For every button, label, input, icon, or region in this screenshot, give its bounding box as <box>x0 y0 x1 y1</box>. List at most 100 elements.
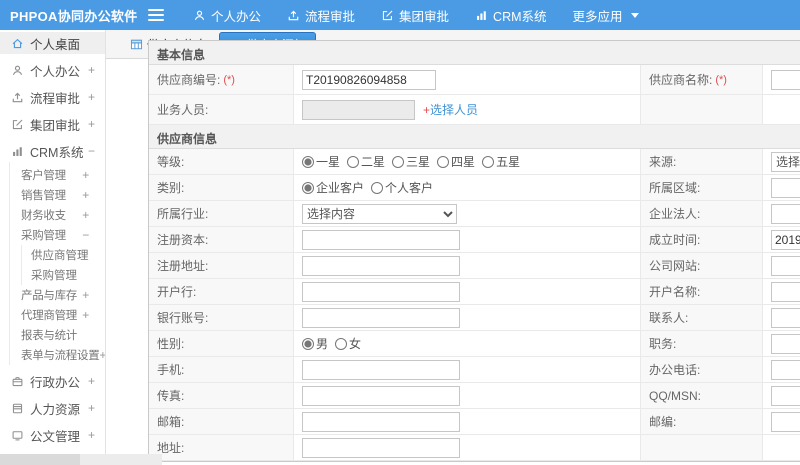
sidebar-item-label: 财务收支 <box>21 210 66 222</box>
expand-toggle-icon[interactable]: + <box>88 117 95 131</box>
sidebar-item[interactable]: 公文管理 + <box>0 424 105 446</box>
text-input[interactable] <box>302 99 415 120</box>
scrollbar-thumb[interactable] <box>0 454 80 465</box>
sidebar-item-label: 行政办公 <box>30 375 81 390</box>
sidebar-item[interactable]: 流程审批 + <box>0 86 105 108</box>
expand-toggle-icon[interactable]: + <box>88 428 95 442</box>
dropdown-select[interactable]: 选择内容 <box>771 151 800 172</box>
form-label-cell: 开户名称: <box>641 279 763 305</box>
radio-option[interactable]: 企业客户 <box>302 179 364 196</box>
text-input[interactable] <box>771 229 800 250</box>
expand-toggle-icon[interactable]: + <box>99 348 105 362</box>
radio-button[interactable] <box>392 155 405 168</box>
radio-option[interactable]: 二星 <box>347 153 385 170</box>
text-input[interactable] <box>771 203 800 224</box>
radio-option[interactable]: 女 <box>335 335 361 352</box>
expand-toggle-icon[interactable]: + <box>82 208 89 222</box>
expand-toggle-icon[interactable]: + <box>82 308 89 322</box>
sidebar-item[interactable]: 个人办公 + <box>0 59 105 81</box>
expand-toggle-icon[interactable]: + <box>88 90 95 104</box>
sidebar-item[interactable]: CRM系统 − <box>0 140 105 162</box>
radio-button[interactable] <box>482 155 495 168</box>
form-field-cell: 选择内容 <box>763 149 800 175</box>
select-person-link[interactable]: 选择人员 <box>430 101 478 118</box>
expand-toggle-icon[interactable]: + <box>88 374 95 388</box>
sidebar-item[interactable]: 表单与流程设置 + <box>10 345 105 365</box>
sidebar-item[interactable]: 供应商管理 <box>22 245 105 265</box>
radio-option[interactable]: 男 <box>302 335 328 352</box>
text-input[interactable] <box>771 411 800 432</box>
text-input[interactable] <box>771 385 800 406</box>
radio-option[interactable]: 四星 <box>437 153 475 170</box>
text-input[interactable] <box>771 359 800 380</box>
radio-option[interactable]: 个人客户 <box>371 179 433 196</box>
expand-toggle-icon[interactable]: − <box>88 144 95 158</box>
sidebar-item[interactable]: 行政办公 + <box>0 370 105 392</box>
text-input[interactable] <box>302 437 460 458</box>
text-input[interactable] <box>771 177 800 198</box>
horizontal-scrollbar[interactable] <box>0 454 162 465</box>
navbar-item[interactable]: 个人办公 <box>180 0 274 30</box>
navbar-item[interactable]: 更多应用 <box>560 0 652 30</box>
sidebar-item-label: 代理商管理 <box>21 310 77 322</box>
text-input[interactable] <box>302 281 460 302</box>
form-field-cell: 企业客户 个人客户 <box>294 175 641 201</box>
text-input[interactable] <box>302 229 460 250</box>
text-input[interactable] <box>771 333 800 354</box>
expand-toggle-icon[interactable]: − <box>82 228 89 242</box>
sidebar-item[interactable]: 产品与库存 + <box>10 285 105 305</box>
sidebar-item[interactable]: 报表与统计 <box>10 325 105 345</box>
radio-button[interactable] <box>335 337 348 350</box>
sidebar-item[interactable]: 采购管理 − <box>10 225 105 245</box>
radio-button[interactable] <box>302 155 314 168</box>
radio-button[interactable] <box>302 181 314 194</box>
expand-toggle-icon[interactable]: + <box>88 401 95 415</box>
form-label-cell: 所属区域: <box>641 175 763 201</box>
text-input[interactable] <box>771 255 800 276</box>
radio-label: 企业客户 <box>316 181 365 195</box>
field-label: 邮编: <box>649 415 677 429</box>
text-input[interactable] <box>771 307 800 328</box>
radio-option[interactable]: 三星 <box>392 153 430 170</box>
radio-label: 四星 <box>451 155 476 169</box>
navbar-item[interactable]: CRM系统 <box>462 0 559 30</box>
edit-icon <box>381 9 394 22</box>
radio-label: 个人客户 <box>385 181 434 195</box>
radio-button[interactable] <box>437 155 450 168</box>
field-label: 成立时间: <box>649 233 701 247</box>
sidebar-item[interactable]: 个人桌面 <box>0 32 105 54</box>
text-input[interactable] <box>302 385 460 406</box>
expand-toggle-icon[interactable]: + <box>82 288 89 302</box>
text-input[interactable] <box>302 307 460 328</box>
radio-option[interactable]: 五星 <box>482 153 520 170</box>
text-input[interactable] <box>771 281 800 302</box>
sidebar-item[interactable]: 财务收支 + <box>10 205 105 225</box>
radio-button[interactable] <box>371 181 384 194</box>
sidebar-item-label: 销售管理 <box>21 190 66 202</box>
navbar-item[interactable]: 集团审批 <box>368 0 462 30</box>
field-label: QQ/MSN: <box>649 388 702 403</box>
text-input[interactable] <box>302 255 460 276</box>
hamburger-icon[interactable] <box>148 9 164 21</box>
text-input[interactable] <box>302 359 460 380</box>
form-label-cell: 成立时间: <box>641 227 763 253</box>
sidebar-item[interactable]: 销售管理 + <box>10 185 105 205</box>
navbar-item[interactable]: 流程审批 <box>274 0 368 30</box>
radio-button[interactable] <box>347 155 360 168</box>
sidebar-item[interactable]: 人力资源 + <box>0 397 105 419</box>
sidebar-item[interactable]: 采购管理 <box>22 265 105 285</box>
radio-option[interactable]: 一星 <box>302 153 340 170</box>
dropdown-select[interactable]: 选择内容 <box>302 203 457 224</box>
expand-toggle-icon[interactable]: + <box>82 168 89 182</box>
form-label-cell: 办公电话: <box>641 357 763 383</box>
sidebar-item[interactable]: 代理商管理 + <box>10 305 105 325</box>
expand-toggle-icon[interactable]: + <box>82 188 89 202</box>
sidebar-item[interactable]: 客户管理 + <box>10 165 105 185</box>
text-input[interactable] <box>771 69 800 90</box>
radio-button[interactable] <box>302 337 314 350</box>
sidebar-item[interactable]: 集团审批 + <box>0 113 105 135</box>
text-input[interactable] <box>302 411 460 432</box>
text-input[interactable] <box>302 69 436 90</box>
expand-toggle-icon[interactable]: + <box>88 63 95 77</box>
required-marker: (*) <box>715 73 727 86</box>
